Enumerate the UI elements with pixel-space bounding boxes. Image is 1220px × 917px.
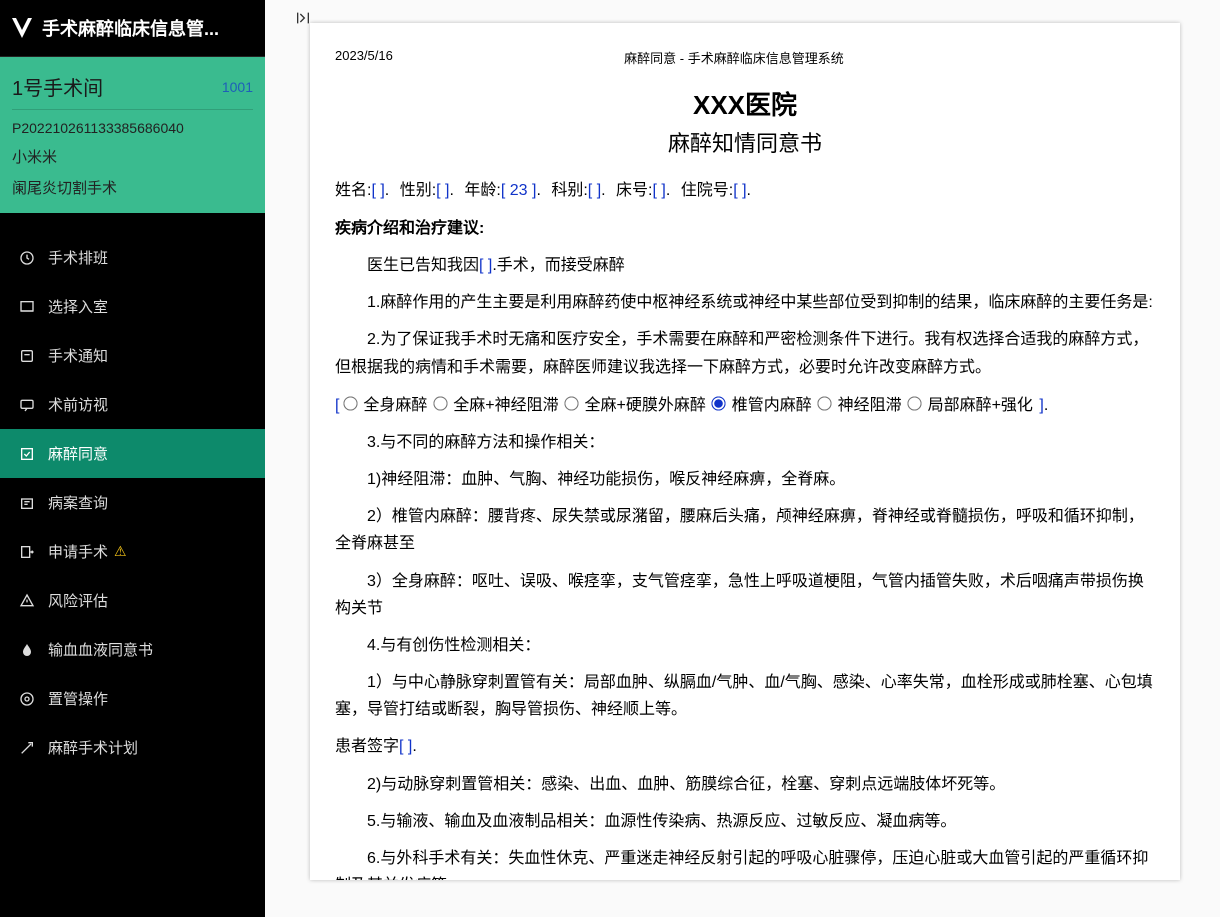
hospital-name: XXX医院 [335,85,1155,122]
plan-icon [18,739,36,757]
paragraph: 医生已告知我因[ ].手术，而接受麻醉 [335,252,1155,279]
surgery-name: 阑尾炎切割手术 [12,177,253,198]
clock-icon [18,249,36,267]
nav-item-1[interactable]: 选择入室 [0,282,265,331]
doc-meta-title: 麻醉同意 - 手术麻醉临床信息管理系统 [393,48,1155,67]
anesthesia-radio-group: [ 全身麻醉 全麻+神经阻滞 全麻+硬膜外麻醉 椎管内麻醉 神经阻滞 局部麻醉+… [335,391,1155,415]
paragraph: 4.与有创伤性检测相关： [335,632,1155,659]
nav-item-2[interactable]: 手术通知 [0,331,265,380]
room-name: 1号手术间 [12,72,103,101]
signature-icon [18,445,36,463]
paragraph: 2）椎管内麻醉：腰背疼、尿失禁或尿潴留，腰麻后头痛，颅神经麻痹，脊神经或脊髓损伤… [335,503,1155,557]
patient-info-line: 姓名:[ ]. 性别:[ ]. 年龄:[ 23 ]. 科别:[ ]. 床号:[ … [335,176,1155,200]
nav-item-7[interactable]: 风险评估 [0,576,265,625]
room-number: 1001 [222,79,253,95]
door-icon [18,298,36,316]
form-title: 麻醉知情同意书 [335,126,1155,158]
nav-list: 手术排班选择入室手术通知术前访视麻醉同意病案查询申请手术 ⚠ 风险评估输血血液同意书… [0,213,265,772]
section-heading: 疾病介绍和治疗建议: [335,214,1155,238]
radio-input[interactable] [564,396,578,410]
radio-input[interactable] [818,396,832,410]
doc-date: 2023/5/16 [335,48,393,67]
paragraph: 2.为了保证我手术时无痛和医疗安全，手术需要在麻醉和严密检测条件下进行。我有权选… [335,326,1155,380]
patient-card[interactable]: 1号手术间 1001 P202210261133385686040 小米米 阑尾… [0,57,265,213]
document-panel: 2023/5/16 麻醉同意 - 手术麻醉临床信息管理系统 XXX医院 麻醉知情… [310,23,1180,880]
paragraph: 1）与中心静脉穿刺置管有关：局部血肿、纵膈血/气肿、血/气胸、感染、心率失常，血… [335,669,1155,723]
anesthesia-option-4[interactable]: 神经阻滞 [814,397,902,414]
nav-label: 术前访视 [48,394,108,415]
warning-icon: ⚠ [114,543,127,560]
nav-label: 手术通知 [48,345,108,366]
anesthesia-option-5[interactable]: 局部麻醉+强化 [904,397,1033,414]
nav-label: 手术排班 [48,247,108,268]
sidebar: 手术麻醉临床信息管... 1号手术间 1001 P202210261133385… [0,0,265,917]
paragraph: 6.与外科手术有关：失血性休克、严重迷走神经反射引起的呼吸心脏骤停，压迫心脏或大… [335,845,1155,880]
apply-icon [18,543,36,561]
signature-line: 患者签字[ ]. [335,733,1155,760]
risk-icon [18,592,36,610]
nav-label: 选择入室 [48,296,108,317]
collapse-sidebar-icon[interactable] [295,10,311,31]
background-fragment: 换构关节 [895,885,955,906]
radio-input[interactable] [712,396,726,410]
nav-item-3[interactable]: 术前访视 [0,380,265,429]
paragraph: 1)神经阻滞：血肿、气胸、神经功能损伤，喉反神经麻痹，全脊麻。 [335,466,1155,493]
radio-input[interactable] [907,396,921,410]
nav-item-5[interactable]: 病案查询 [0,478,265,527]
main-area: 换构关节 2023/5/16 麻醉同意 - 手术麻醉临床信息管理系统 XXX医院… [265,0,1220,917]
nav-label: 风险评估 [48,590,108,611]
nav-item-9[interactable]: 置管操作 [0,674,265,723]
blood-icon [18,641,36,659]
nav-label: 置管操作 [48,688,108,709]
nav-label: 病案查询 [48,492,108,513]
app-title: 手术麻醉临床信息管... [42,15,219,41]
nav-item-10[interactable]: 麻醉手术计划 [0,723,265,772]
nav-label: 麻醉同意 [48,443,108,464]
paragraph: 1.麻醉作用的产生主要是利用麻醉药使中枢神经系统或神经中某些部位受到抑制的结果，… [335,289,1155,316]
folder-icon [18,494,36,512]
nav-item-8[interactable]: 输血血液同意书 [0,625,265,674]
paragraph: 2)与动脉穿刺置管相关：感染、出血、血肿、筋膜综合征，栓塞、穿刺点远端肢体坏死等… [335,771,1155,798]
bell-icon [18,347,36,365]
nav-label: 麻醉手术计划 [48,737,138,758]
comment-icon [18,396,36,414]
patient-id: P202210261133385686040 [12,120,253,136]
patient-name: 小米米 [12,146,253,167]
app-header: 手术麻醉临床信息管... [0,0,265,57]
nav-label: 申请手术 [48,541,108,562]
nav-item-4[interactable]: 麻醉同意 [0,429,265,478]
app-logo-icon [10,16,34,40]
anesthesia-option-1[interactable]: 全麻+神经阻滞 [429,397,558,414]
tube-icon [18,690,36,708]
radio-input[interactable] [343,396,357,410]
paragraph: 5.与输液、输血及血液制品相关：血源性传染病、热源反应、过敏反应、凝血病等。 [335,808,1155,835]
paragraph: 3）全身麻醉：呕吐、误吸、喉痉挛，支气管痉挛，急性上呼吸道梗阻，气管内插管失败，… [335,568,1155,622]
nav-label: 输血血液同意书 [48,639,153,660]
anesthesia-option-2[interactable]: 全麻+硬膜外麻醉 [561,397,706,414]
anesthesia-option-3[interactable]: 椎管内麻醉 [708,397,812,414]
paragraph: 3.与不同的麻醉方法和操作相关： [335,429,1155,456]
radio-input[interactable] [433,396,447,410]
anesthesia-option-0[interactable]: 全身麻醉 [344,397,427,414]
nav-item-0[interactable]: 手术排班 [0,233,265,282]
nav-item-6[interactable]: 申请手术 ⚠ [0,527,265,576]
